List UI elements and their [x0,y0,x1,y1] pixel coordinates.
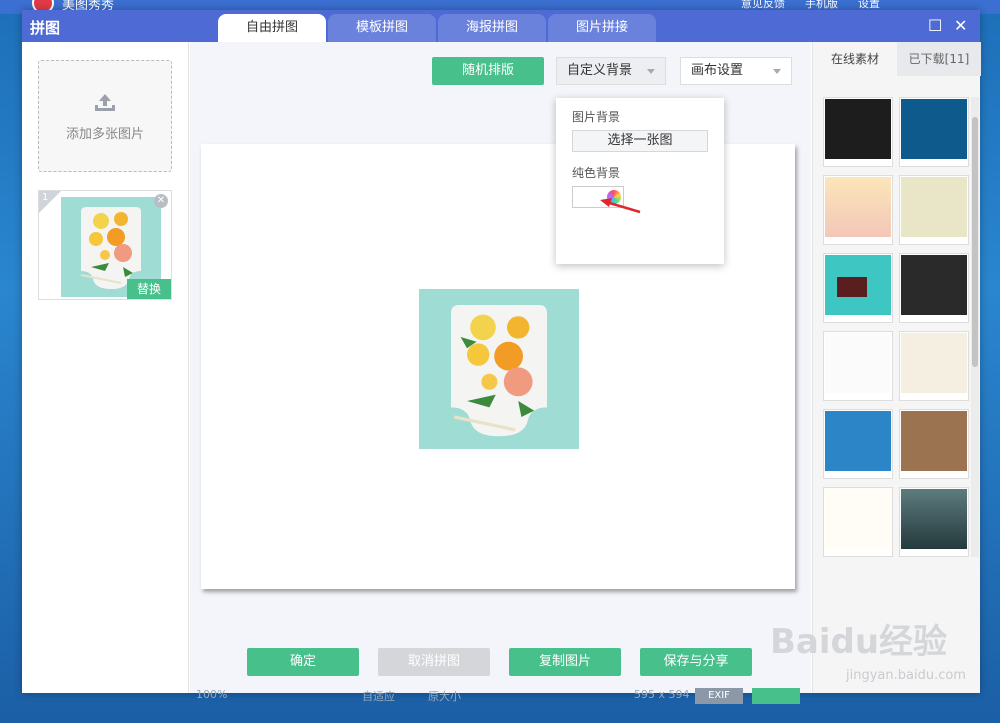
material-thumb[interactable] [899,253,969,323]
remove-thumbnail-icon[interactable]: ✕ [154,194,168,208]
copy-image-button[interactable]: 复制图片 [509,648,621,676]
exif-button[interactable]: EXIF [695,688,743,704]
tab-free-collage[interactable]: 自由拼图 [218,14,326,42]
material-thumb[interactable] [899,97,969,167]
material-thumb[interactable] [823,97,893,167]
material-thumb[interactable] [823,331,893,401]
zoom-level: 100% [196,688,228,701]
tab-poster-collage[interactable]: 海报拼图 [438,14,546,42]
material-thumb[interactable] [899,487,969,557]
custom-background-popup: 图片背景 选择一张图 纯色背景 [556,98,724,264]
upload-icon [95,94,115,111]
custom-background-label: 自定义背景 [567,63,633,78]
materials-panel: 在线素材 已下载[11] [812,42,981,693]
choose-image-button[interactable]: 选择一张图 [572,130,708,152]
confirm-button[interactable]: 确定 [247,648,359,676]
material-thumb[interactable] [823,487,893,557]
add-images-button[interactable]: 添加多张图片 [38,60,172,172]
material-thumb[interactable] [899,331,969,401]
collage-window: 拼图 自由拼图 模板拼图 海报拼图 图片拼接 ☐ ✕ 添加多张图片 1 ✕ 替换… [22,10,981,693]
material-thumb[interactable] [899,175,969,245]
materials-grid [823,97,971,557]
close-icon[interactable]: ✕ [954,16,967,35]
canvas-area: 随机排版 自定义背景 画布设置 图片背景 选择一张图 纯色背景 确定 取消拼图 … [190,42,811,693]
original-size-button[interactable]: 原大小 [428,688,461,704]
watermark-url: jingyan.baidu.com [846,668,966,683]
image-thumbnail[interactable]: 1 ✕ 替换 [38,190,172,300]
chevron-down-icon [773,69,781,74]
chevron-down-icon [647,69,655,74]
image-background-label: 图片背景 [572,110,621,124]
tab-downloaded[interactable]: 已下载[11] [897,42,981,76]
materials-tabs: 在线素材 已下载[11] [813,42,981,76]
custom-background-dropdown[interactable]: 自定义背景 [556,57,666,85]
canvas-image[interactable] [419,289,579,449]
tab-online-materials[interactable]: 在线素材 [813,42,897,76]
maximize-icon[interactable]: ☐ [928,16,942,35]
scrollbar-thumb[interactable] [972,117,978,367]
tab-template-collage[interactable]: 模板拼图 [328,14,436,42]
red-arrow-annotation [600,198,641,214]
add-images-label: 添加多张图片 [65,127,144,142]
material-thumb[interactable] [823,409,893,479]
save-share-button[interactable]: 保存与分享 [640,648,752,676]
watermark: Baidu经验 jingyan.baidu.com [770,614,970,694]
thumbnail-index: 1 [42,192,49,203]
materials-scrollbar[interactable] [971,97,979,557]
material-thumb[interactable] [823,253,893,323]
canvas-settings-label: 画布设置 [691,63,744,78]
solid-background-label: 纯色背景 [572,166,621,180]
image-list-panel: 添加多张图片 1 ✕ 替换 [22,42,189,693]
canvas-settings-dropdown[interactable]: 画布设置 [680,57,792,85]
mode-tabs: 自由拼图 模板拼图 海报拼图 图片拼接 [218,14,658,42]
fit-button[interactable]: 自适应 [362,688,395,704]
title-bar: 拼图 自由拼图 模板拼图 海报拼图 图片拼接 ☐ ✕ [22,10,980,42]
replace-button[interactable]: 替换 [127,279,171,299]
tab-image-stitch[interactable]: 图片拼接 [548,14,656,42]
image-size: 595 x 594 [634,688,690,701]
random-layout-button[interactable]: 随机排版 [432,57,544,85]
material-thumb[interactable] [823,175,893,245]
cancel-collage-button[interactable]: 取消拼图 [378,648,490,676]
watermark-logo: Baidu经验 [770,622,948,662]
window-title: 拼图 [30,19,61,37]
material-thumb[interactable] [899,409,969,479]
